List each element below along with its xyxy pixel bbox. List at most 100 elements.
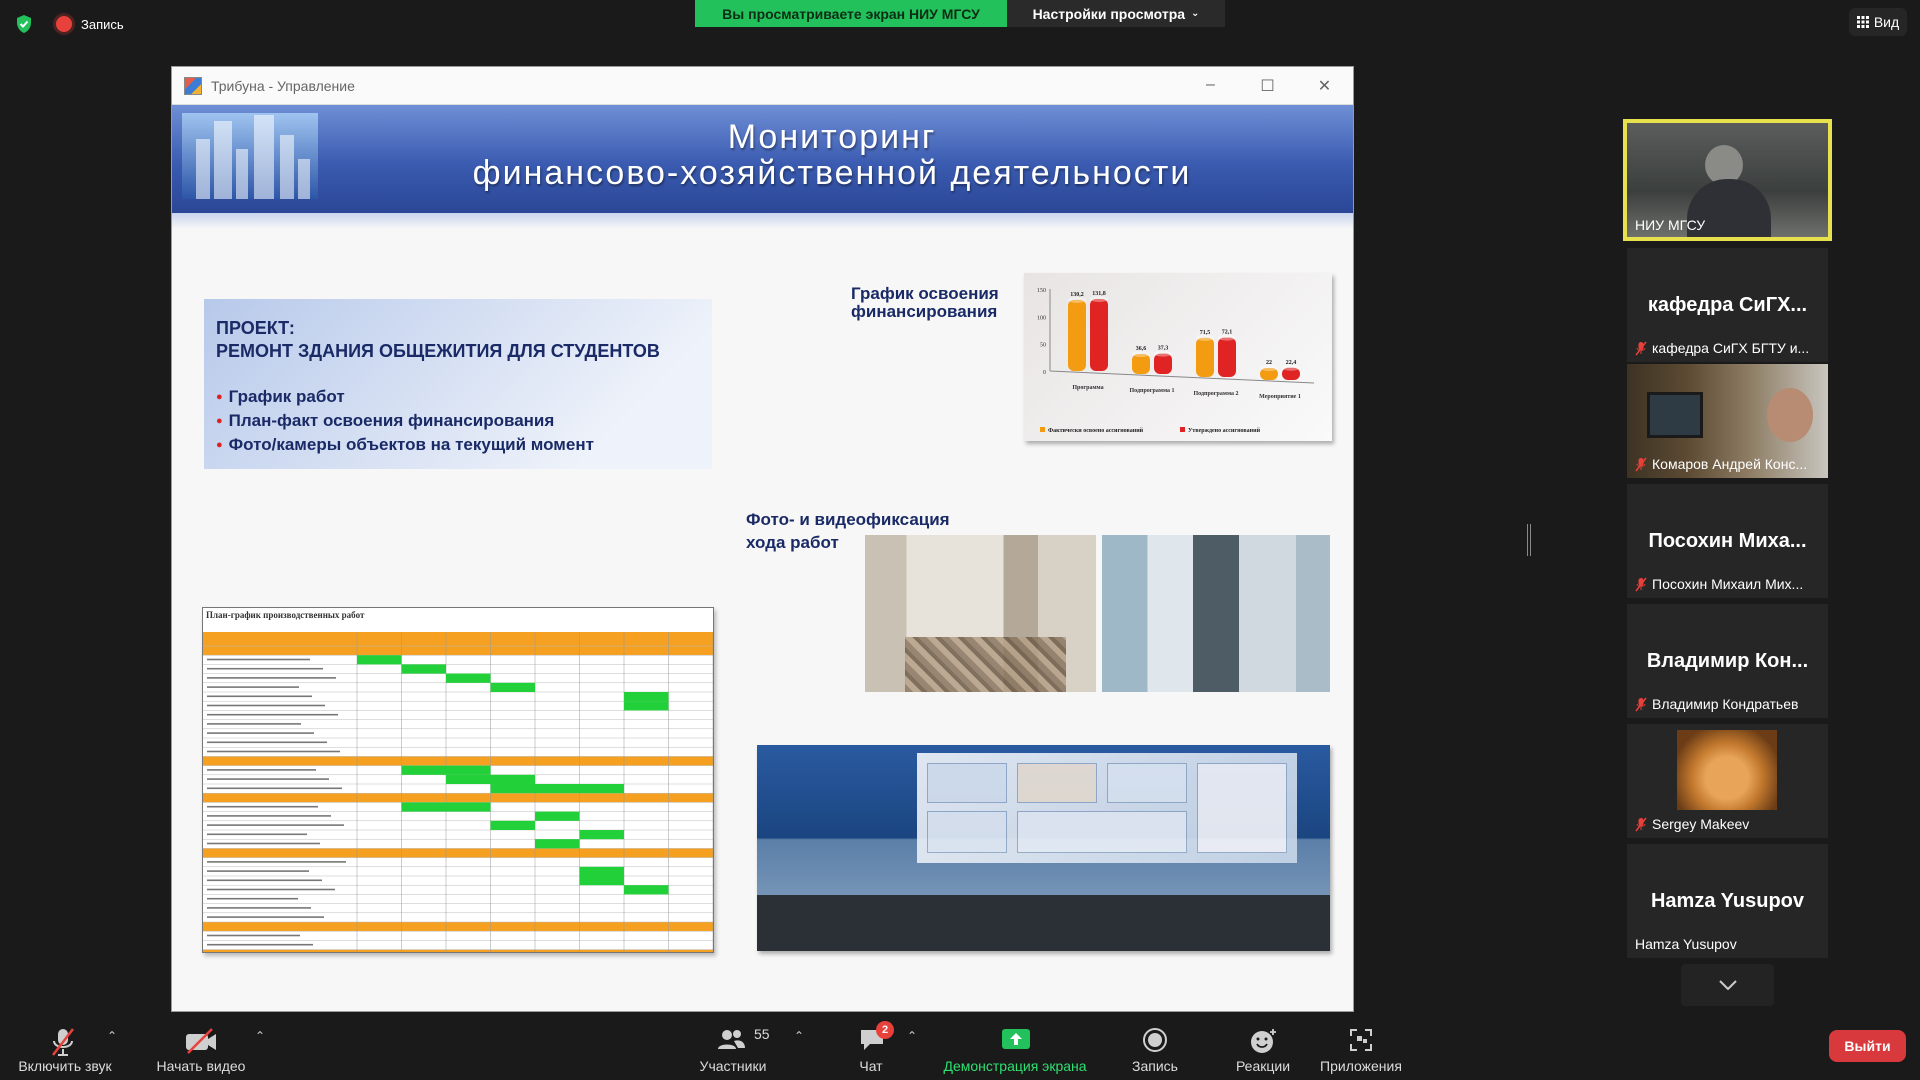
gantt-task-cell (401, 664, 446, 674)
chart-data-label: 22,4 (1286, 360, 1297, 366)
gantt-task-cell (579, 784, 624, 794)
record-label: Запись (1132, 1058, 1178, 1074)
participant-tile-video[interactable]: НИУ МГСУ (1623, 119, 1832, 241)
recording-indicator[interactable]: Запись (56, 16, 124, 32)
gantt-header-row (203, 632, 713, 646)
participant-big-name: Посохин Миха... (1648, 530, 1807, 552)
chart-category-label: Подпрограмма 2 (1193, 391, 1238, 397)
control-room-image (757, 745, 1330, 951)
participants-button[interactable]: 55 Участники (690, 1017, 776, 1080)
muted-mic-icon (1635, 817, 1647, 831)
gantt-task-cell (446, 802, 491, 812)
chart-category-label: Мероприятие 1 (1259, 394, 1301, 400)
project-title: ПРОЕКТ: (216, 318, 295, 338)
chat-button[interactable]: 2 Чат (840, 1017, 902, 1080)
project-bullets: График работ План-факт освоения финансир… (216, 385, 594, 457)
chart-data-label: 37,3 (1158, 346, 1169, 352)
start-video-button[interactable]: Начать видео (150, 1017, 252, 1080)
screen-share-banner: Вы просматриваете экран НИУ МГСУ (695, 0, 1007, 27)
project-info-box: ПРОЕКТ: РЕМОНТ ЗДАНИЯ ОБЩЕЖИТИЯ ДЛЯ СТУД… (204, 299, 712, 469)
audio-options-caret-icon[interactable]: ⌃ (107, 1029, 117, 1043)
gallery-scroll-down-button[interactable] (1681, 964, 1774, 1006)
participant-big-name: Hamza Yusupov (1650, 890, 1805, 912)
close-icon[interactable]: ✕ (1296, 76, 1353, 96)
cat-avatar-image (1677, 730, 1777, 810)
chart-y-tick-label: 150 (1037, 288, 1046, 294)
financing-chart-svg: 0 50 100 150 130,2 131,8 Программа 36,6 37,3 Подп… (1037, 288, 1315, 434)
minimize-icon[interactable]: – (1182, 76, 1239, 96)
financing-chart-label: График освоения финансирования (851, 284, 999, 321)
gantt-task-cell (490, 820, 535, 830)
gantt-task-cell (401, 802, 446, 812)
view-options-button[interactable]: Настройки просмотра ⌄ (1007, 0, 1225, 27)
participant-big-name: кафедра СиГХ... (1647, 294, 1808, 316)
maximize-icon[interactable]: ☐ (1239, 76, 1296, 96)
apps-button[interactable]: Приложения (1310, 1017, 1412, 1080)
gantt-task-cell (624, 692, 669, 702)
gantt-task-cell (535, 811, 580, 821)
gantt-task-cell (535, 839, 580, 849)
chart-data-label: 72,1 (1222, 330, 1233, 336)
participant-tile-avatar[interactable]: Sergey Makeev (1627, 724, 1828, 838)
participant-name: Комаров Андрей Конс... (1652, 456, 1808, 472)
city-buildings-image (182, 113, 318, 199)
gantt-task-name (207, 723, 301, 725)
window-title: Трибуна - Управление (211, 77, 355, 94)
participant-tile[interactable]: Владимир Кон... Владимир Кондратьев (1627, 604, 1828, 718)
grid-icon (1856, 16, 1869, 28)
apps-icon (1350, 1029, 1372, 1051)
gantt-task-name (207, 677, 336, 679)
participant-name: Владимир Кондратьев (1652, 696, 1799, 712)
gantt-section-row (203, 793, 713, 803)
participants-icon (718, 1030, 745, 1049)
participants-count: 55 (754, 1026, 770, 1042)
meeting-toolbar: Включить звук ⌃ Начать видео ⌃ 55 Участн… (0, 1017, 1920, 1080)
video-options-caret-icon[interactable]: ⌃ (255, 1029, 265, 1043)
participant-name: Посохин Михаил Мих... (1652, 576, 1804, 592)
chart-legend-label: Утверждено ассигнований (1188, 427, 1261, 434)
gantt-task-cell (624, 885, 669, 895)
gantt-task-name (207, 769, 316, 771)
gantt-grid (203, 632, 714, 959)
gantt-task-name (207, 870, 309, 872)
participant-tile[interactable]: Посохин Миха... Посохин Михаил Мих... (1627, 484, 1828, 598)
gantt-task-cell (401, 765, 446, 775)
chat-caret-icon[interactable]: ⌃ (907, 1029, 917, 1043)
participant-tile-video[interactable]: Комаров Андрей Конс... (1627, 364, 1828, 478)
gantt-section-row (203, 848, 713, 858)
record-button[interactable]: Запись (1125, 1017, 1185, 1080)
app-icon (184, 76, 202, 95)
participant-tile[interactable]: кафедра СиГХ... кафедра СиГХ БГТУ и... (1627, 248, 1828, 362)
gantt-task-name (207, 704, 325, 707)
construction-photo-corridor (865, 535, 1096, 692)
gantt-task-name (207, 943, 313, 946)
slide-title: Мониторинг финансово-хозяйственной деяте… (472, 118, 1192, 192)
list-item: План-факт освоения финансирования (216, 409, 594, 433)
participant-name: кафедра СиГХ БГТУ и... (1652, 340, 1810, 356)
chart-bar (1090, 298, 1108, 371)
view-button[interactable]: Вид (1849, 8, 1907, 36)
gantt-section-row (203, 756, 713, 766)
gantt-task-cell (357, 655, 402, 665)
chart-y-tick-label: 50 (1040, 343, 1046, 349)
participants-caret-icon[interactable]: ⌃ (794, 1029, 804, 1043)
gantt-task-name (207, 879, 322, 882)
chart-bar (1068, 299, 1086, 371)
recording-label: Запись (81, 16, 124, 32)
chart-legend-swatch (1180, 427, 1185, 432)
leave-meeting-button[interactable]: Выйти (1829, 1030, 1906, 1062)
gantt-task-name (207, 897, 298, 900)
share-screen-button[interactable]: Демонстрация экрана (935, 1017, 1095, 1080)
gantt-task-name (207, 713, 338, 716)
chat-label: Чат (859, 1058, 883, 1074)
gantt-task-cell (446, 774, 491, 784)
unmute-button[interactable]: Включить звук (10, 1017, 120, 1080)
gantt-task-name (207, 842, 320, 845)
resize-handle[interactable] (1527, 524, 1531, 556)
reactions-button[interactable]: Реакции (1228, 1017, 1298, 1080)
gantt-task-cell (535, 784, 580, 794)
chart-legend-swatch (1040, 427, 1045, 432)
participant-tile[interactable]: Hamza Yusupov Hamza Yusupov (1627, 844, 1828, 958)
project-name: РЕМОНТ ЗДАНИЯ ОБЩЕЖИТИЯ ДЛЯ СТУДЕНТОВ (216, 341, 660, 361)
security-shield-icon[interactable] (15, 14, 33, 34)
